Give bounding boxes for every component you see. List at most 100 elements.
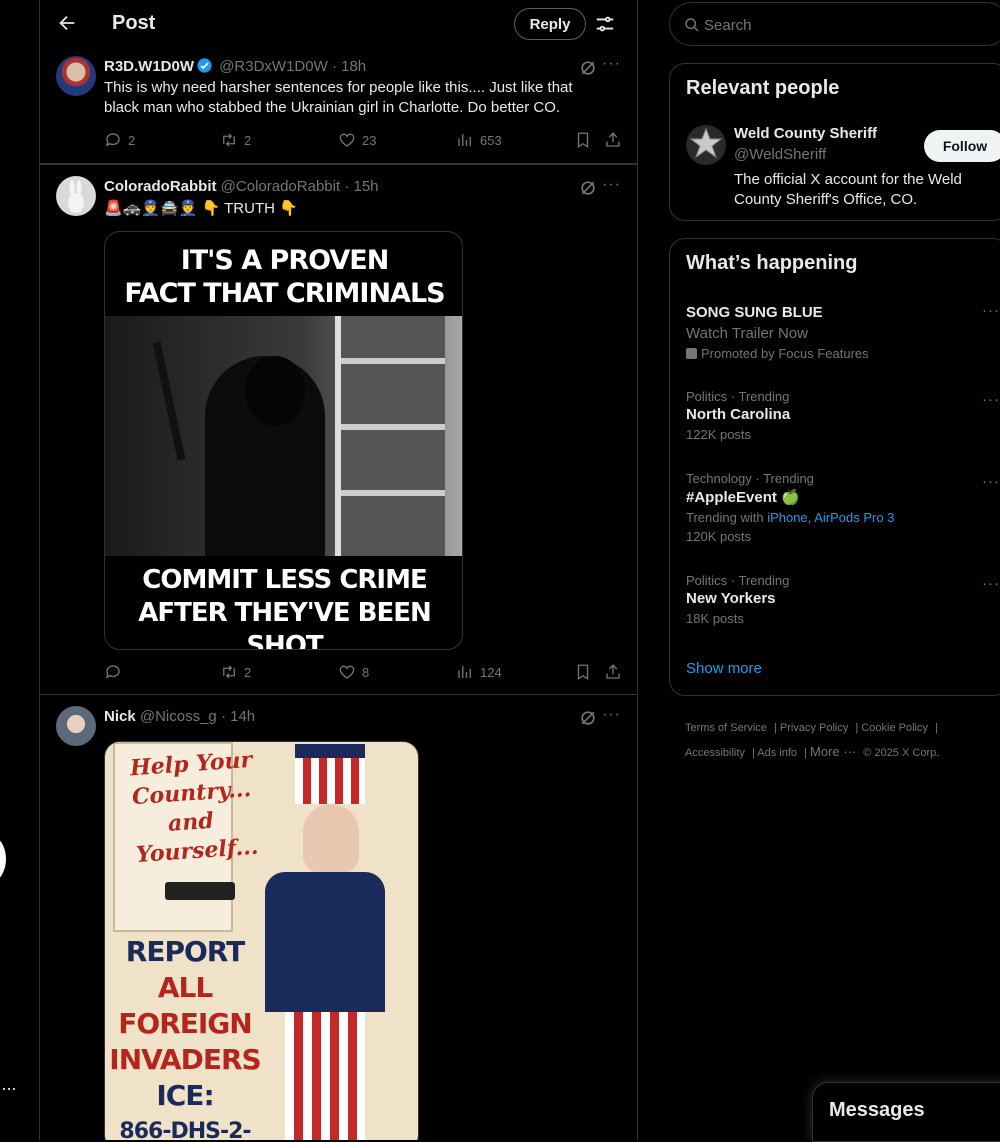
trending-with: Trending with iPhone, AirPods Pro 3 — [686, 510, 895, 525]
person-handle[interactable]: @WeldSheriff — [734, 146, 826, 163]
search-input[interactable] — [704, 13, 984, 37]
grok-icon[interactable] — [578, 58, 598, 78]
heart-icon — [339, 665, 355, 679]
avatar[interactable] — [56, 56, 96, 96]
repost-action[interactable]: 2 — [220, 663, 251, 681]
poster-headline: REPORT ALL FOREIGN INVADERS ICE: 866-DHS… — [105, 934, 265, 1140]
reply-action[interactable] — [104, 663, 128, 681]
views-action[interactable]: 653 — [456, 131, 502, 149]
bookmark-icon[interactable] — [574, 663, 592, 681]
trend-posts: 18K posts — [686, 611, 744, 626]
grok-icon[interactable] — [578, 708, 598, 728]
author-name[interactable]: R3D.W1D0W — [104, 58, 194, 75]
more-link[interactable]: More ··· — [810, 744, 856, 759]
image-text-line: COMMIT LESS CRIME — [142, 565, 427, 595]
author-handle[interactable]: @Nicoss_g — [140, 708, 217, 725]
more-options-icon[interactable]: ··· — [982, 302, 1000, 319]
back-arrow-icon[interactable] — [56, 12, 78, 34]
share-icon[interactable] — [604, 663, 622, 681]
image-text-line: FACT THAT CRIMINALS — [124, 278, 445, 309]
avatar[interactable] — [56, 706, 96, 746]
privacy-link[interactable]: Privacy Policy — [780, 722, 848, 734]
trend-item[interactable]: Politics · Trending North Carolina 122K … — [686, 389, 986, 442]
tweet-text: 🚨🚓👮🚔👮 👇 TRUTH 👇 — [104, 200, 298, 217]
left-nav: ··· — [0, 0, 40, 1140]
reply-count: 2 — [128, 132, 136, 148]
grok-icon[interactable] — [578, 178, 598, 198]
trend-item-promo[interactable]: SONG SUNG BLUE Watch Trailer Now Promote… — [686, 302, 986, 361]
terms-link[interactable]: Terms of Service — [685, 722, 767, 734]
bookmark-icon[interactable] — [574, 131, 592, 149]
more-options-icon[interactable]: ··· — [982, 575, 1000, 592]
face — [303, 804, 359, 874]
tweet-header: ColoradoRabbit @ColoradoRabbit · 15h — [104, 178, 379, 195]
image-text-line: AFTER THEY'VE BEEN SHOT — [138, 598, 432, 650]
trend-item[interactable]: Politics · Trending New Yorkers 18K post… — [686, 573, 986, 626]
search-box[interactable] — [669, 2, 1000, 46]
reply-action[interactable]: 2 — [104, 131, 135, 149]
poster-line: 866-DHS-2-ICE — [119, 1119, 251, 1140]
tweet[interactable]: Nick @Nicoss_g · 14h ··· Help Your Count… — [40, 695, 637, 1140]
footer-links: Terms of Service | Privacy Policy | Cook… — [685, 722, 940, 759]
verified-badge-icon — [197, 58, 212, 73]
messages-drawer[interactable]: Messages — [812, 1082, 1000, 1142]
like-action[interactable]: 8 — [338, 663, 369, 681]
more-options-icon[interactable]: ··· — [982, 391, 1000, 408]
show-more-link[interactable]: Show more — [686, 660, 762, 677]
person-name[interactable]: Weld County Sheriff — [734, 125, 877, 142]
views-count: 653 — [480, 132, 502, 148]
promo-subtitle: Watch Trailer Now — [686, 325, 808, 342]
sheriff-star-icon — [689, 127, 723, 159]
trend-context: Technology · Trending — [686, 471, 814, 486]
author-name[interactable]: Nick — [104, 708, 136, 725]
author-name[interactable]: ColoradoRabbit — [104, 178, 217, 195]
timestamp[interactable]: 18h — [341, 58, 366, 75]
timestamp[interactable]: 15h — [353, 178, 378, 195]
person-bio: The official X account for the Weld Coun… — [734, 171, 962, 208]
trending-with-link[interactable]: AirPods Pro 3 — [814, 510, 894, 525]
burglar-photo — [105, 316, 462, 556]
trend-context: Politics · Trending — [686, 389, 790, 404]
apple-icon: 🍏 — [781, 489, 800, 506]
author-handle[interactable]: @ColoradoRabbit — [221, 178, 340, 195]
more-options-icon[interactable]: ··· — [602, 706, 621, 724]
promoted-label: Promoted by Focus Features — [686, 346, 986, 361]
trend-name: New Yorkers — [686, 590, 776, 607]
avatar[interactable] — [56, 176, 96, 216]
cookie-link[interactable]: Cookie Policy — [861, 722, 928, 734]
tweet-image[interactable]: Help Your Country... and Yourself... REP… — [104, 741, 419, 1140]
trending-with-link[interactable]: iPhone — [767, 510, 807, 525]
repost-icon — [223, 133, 235, 147]
trend-name: North Carolina — [686, 406, 791, 423]
coat — [265, 872, 385, 1012]
trend-item[interactable]: Technology · Trending #AppleEvent 🍏 Tren… — [686, 471, 986, 544]
more-options-icon[interactable]: ··· — [602, 176, 621, 194]
compose-button[interactable] — [0, 836, 6, 882]
sliders-icon[interactable] — [594, 13, 616, 35]
tweet-actions: 2 8 124 — [104, 663, 624, 683]
striped-pants — [285, 1012, 365, 1140]
tweet-image[interactable]: IT'S A PROVEN FACT THAT CRIMINALS COMMIT… — [104, 231, 463, 650]
share-icon[interactable] — [604, 131, 622, 149]
rabbit-icon — [68, 180, 84, 213]
trend-posts: 120K posts — [686, 529, 752, 544]
reply-button[interactable]: Reply — [514, 8, 586, 40]
more-icon[interactable]: ··· — [1, 1078, 17, 1099]
timestamp[interactable]: 14h — [230, 708, 255, 725]
repost-action[interactable]: 2 — [220, 131, 251, 149]
messages-title: Messages — [829, 1099, 925, 1121]
author-handle[interactable]: @R3DxW1D0W — [219, 58, 328, 75]
like-action[interactable]: 23 — [338, 131, 376, 149]
separator: · — [331, 58, 337, 75]
more-options-icon[interactable]: ··· — [982, 473, 1000, 490]
accessibility-link[interactable]: Accessibility — [685, 747, 745, 759]
views-icon — [458, 134, 471, 146]
views-action[interactable]: 124 — [456, 663, 502, 681]
ads-info-link[interactable]: Ads info — [757, 747, 797, 759]
more-options-icon[interactable]: ··· — [602, 55, 621, 73]
follow-button[interactable]: Follow — [924, 130, 1000, 162]
sheriff-avatar[interactable] — [686, 125, 726, 165]
trend-name-text: #AppleEvent — [686, 489, 777, 506]
repost-icon — [223, 665, 235, 679]
tweet[interactable]: ColoradoRabbit @ColoradoRabbit · 15h ···… — [40, 164, 637, 695]
